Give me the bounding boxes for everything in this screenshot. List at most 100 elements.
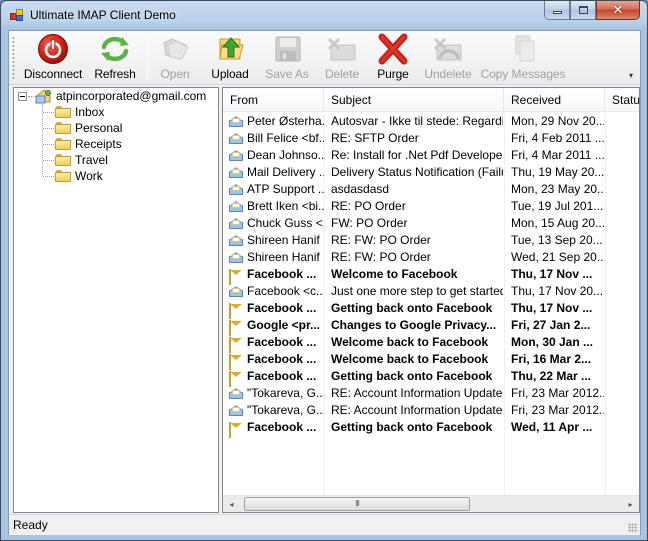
tree-folder-receipts[interactable]: Receipts [55,136,122,152]
received-cell: Fri, 4 Mar 2011 ... [511,148,604,162]
received-cell: Mon, 30 Jan ... [511,335,594,349]
scroll-right-button[interactable]: ▸ [622,496,639,512]
tree-folder-inbox[interactable]: Inbox [55,104,104,120]
message-row[interactable]: Shireen Hanif ... RE: FW: PO Order Tue, 13… [223,232,639,249]
message-row[interactable]: Facebook ... Getting back onto Facebook Th… [223,368,639,387]
from-cell: "Tokareva, G... [247,403,324,417]
message-row[interactable]: ATP Support ... asdasdasd Mon, 23 May 20..… [223,181,639,198]
subject-cell: FW: PO Order [331,216,408,230]
disconnect-button[interactable]: Disconnect [22,33,84,83]
delete-label: Delete [324,67,360,81]
horizontal-scrollbar[interactable]: ◂ III ▸ [223,495,639,512]
refresh-button[interactable]: Refresh [93,33,137,83]
tree-line [43,144,54,145]
status-bar: Ready [9,514,640,535]
unread-envelope-icon [229,320,243,336]
message-row[interactable]: Facebook ... Getting back onto Facebook Th… [223,300,639,319]
minimize-button[interactable] [544,1,570,20]
message-list[interactable]: From Subject Received Status Peter Øster… [222,87,640,513]
subject-cell: Just one more step to get started ... [331,284,503,298]
message-row[interactable]: "Tokareva, G... RE: Account Information U… [223,402,639,419]
message-row[interactable]: Facebook ... Getting back onto Facebook We… [223,419,639,438]
column-header-received[interactable]: Received [504,88,605,112]
message-row[interactable]: Chuck Guss <... FW: PO Order Mon, 15 Aug 2… [223,215,639,232]
toolbar-grip[interactable] [12,36,15,80]
subject-cell: Re: Install for .Net Pdf Developer ... [331,148,503,162]
subject-cell: RE: FW: PO Order [331,250,431,264]
message-row[interactable]: "Tokareva, G... RE: Account Information U… [223,385,639,402]
unread-envelope-icon [229,269,243,285]
unread-envelope-icon [229,337,243,353]
message-row[interactable]: Shireen Hanif ... RE: FW: PO Order Wed, 21… [223,249,639,266]
folder-label: Receipts [75,137,122,151]
from-cell: Facebook ... [247,335,317,349]
copy-messages-label: Copy Messages [480,67,566,81]
open-button[interactable]: Open [157,33,193,83]
from-cell: Shireen Hanif ... [247,250,324,264]
message-row[interactable]: Peter Østerha... Autosvar - Ikke til sted… [223,113,639,130]
subject-cell: Getting back onto Facebook [331,369,493,383]
resize-grip[interactable] [628,523,638,533]
delete-button[interactable]: Delete [322,33,362,83]
read-envelope-icon [229,184,243,195]
column-header-status[interactable]: Status [605,88,639,112]
upload-button[interactable]: Upload [208,33,252,83]
received-cell: Mon, 15 Aug 20... [511,216,604,230]
unread-envelope-icon [229,303,243,319]
toolbar: Disconnect Refresh Open Upload Save As D… [9,31,640,85]
folder-label: Personal [75,121,123,135]
message-row[interactable]: Mail Delivery ... Delivery Status Notific… [223,164,639,181]
from-cell: ATP Support ... [247,182,324,196]
message-row[interactable]: Facebook ... Welcome back to Facebook Mon,… [223,334,639,353]
column-header-subject[interactable]: Subject [324,88,504,112]
received-cell: Wed, 21 Sep 20... [511,250,604,264]
app-icon [10,9,24,22]
subject-cell: Changes to Google Privacy... [331,318,497,332]
read-envelope-icon [229,388,243,399]
toolbar-overflow-button[interactable]: ▾ [629,72,637,80]
maximize-button[interactable] [570,1,596,20]
subject-cell: asdasdasd [331,182,390,196]
status-cell [612,215,639,232]
title-bar[interactable]: Ultimate IMAP Client Demo ✕ [1,1,647,29]
status-cell [612,351,639,368]
message-row[interactable]: Dean Johnso... Re: Install for .Net Pdf D… [223,147,639,164]
read-envelope-icon [229,167,243,178]
column-header-from[interactable]: From [223,88,324,112]
status-cell [612,181,639,198]
message-row[interactable]: Facebook ... Welcome back to Facebook Fri,… [223,351,639,370]
tree-line [43,160,54,161]
from-cell: Brett Iken <bi... [247,199,324,213]
folder-tree[interactable]: atpincorporated@gmail.com Inbox Personal… [13,87,219,513]
scrollbar-thumb[interactable]: III [244,497,470,511]
undelete-button[interactable]: Undelete [423,33,473,83]
save-as-button[interactable]: Save As [264,33,310,83]
folder-icon [55,106,71,118]
message-rows: Peter Østerha... Autosvar - Ikke til sted… [223,113,639,438]
open-icon [158,33,192,65]
tree-folder-work[interactable]: Work [55,168,103,184]
upload-icon [213,33,247,65]
subject-cell: Getting back onto Facebook [331,301,493,315]
status-cell [612,266,639,283]
copy-messages-button[interactable]: Copy Messages [481,33,565,83]
close-button[interactable]: ✕ [596,1,640,20]
subject-cell: RE: FW: PO Order [331,233,431,247]
message-row[interactable]: Brett Iken <bi... RE: PO Order Tue, 19 Jul… [223,198,639,215]
tree-folder-travel[interactable]: Travel [55,152,108,168]
message-row[interactable]: Google <pr... Changes to Google Privacy..… [223,317,639,336]
received-cell: Mon, 29 Nov 20... [511,114,604,128]
from-cell: Shireen Hanif ... [247,233,324,247]
tree-account-node[interactable]: atpincorporated@gmail.com [35,88,206,104]
message-row[interactable]: Facebook <c... Just one more step to get … [223,283,639,300]
message-row[interactable]: Facebook ... Welcome to Facebook Thu, 17 N… [223,266,639,285]
collapse-toggle[interactable] [18,92,27,101]
disconnect-label: Disconnect [23,67,83,81]
unread-envelope-icon [229,422,243,438]
message-row[interactable]: Bill Felice <bf... RE: SFTP Order Fri, 4 F… [223,130,639,147]
save-as-label: Save As [265,67,309,81]
scroll-left-button[interactable]: ◂ [223,496,240,512]
tree-folder-personal[interactable]: Personal [55,120,122,136]
purge-button[interactable]: Purge [375,33,411,83]
tree-line [42,104,43,176]
